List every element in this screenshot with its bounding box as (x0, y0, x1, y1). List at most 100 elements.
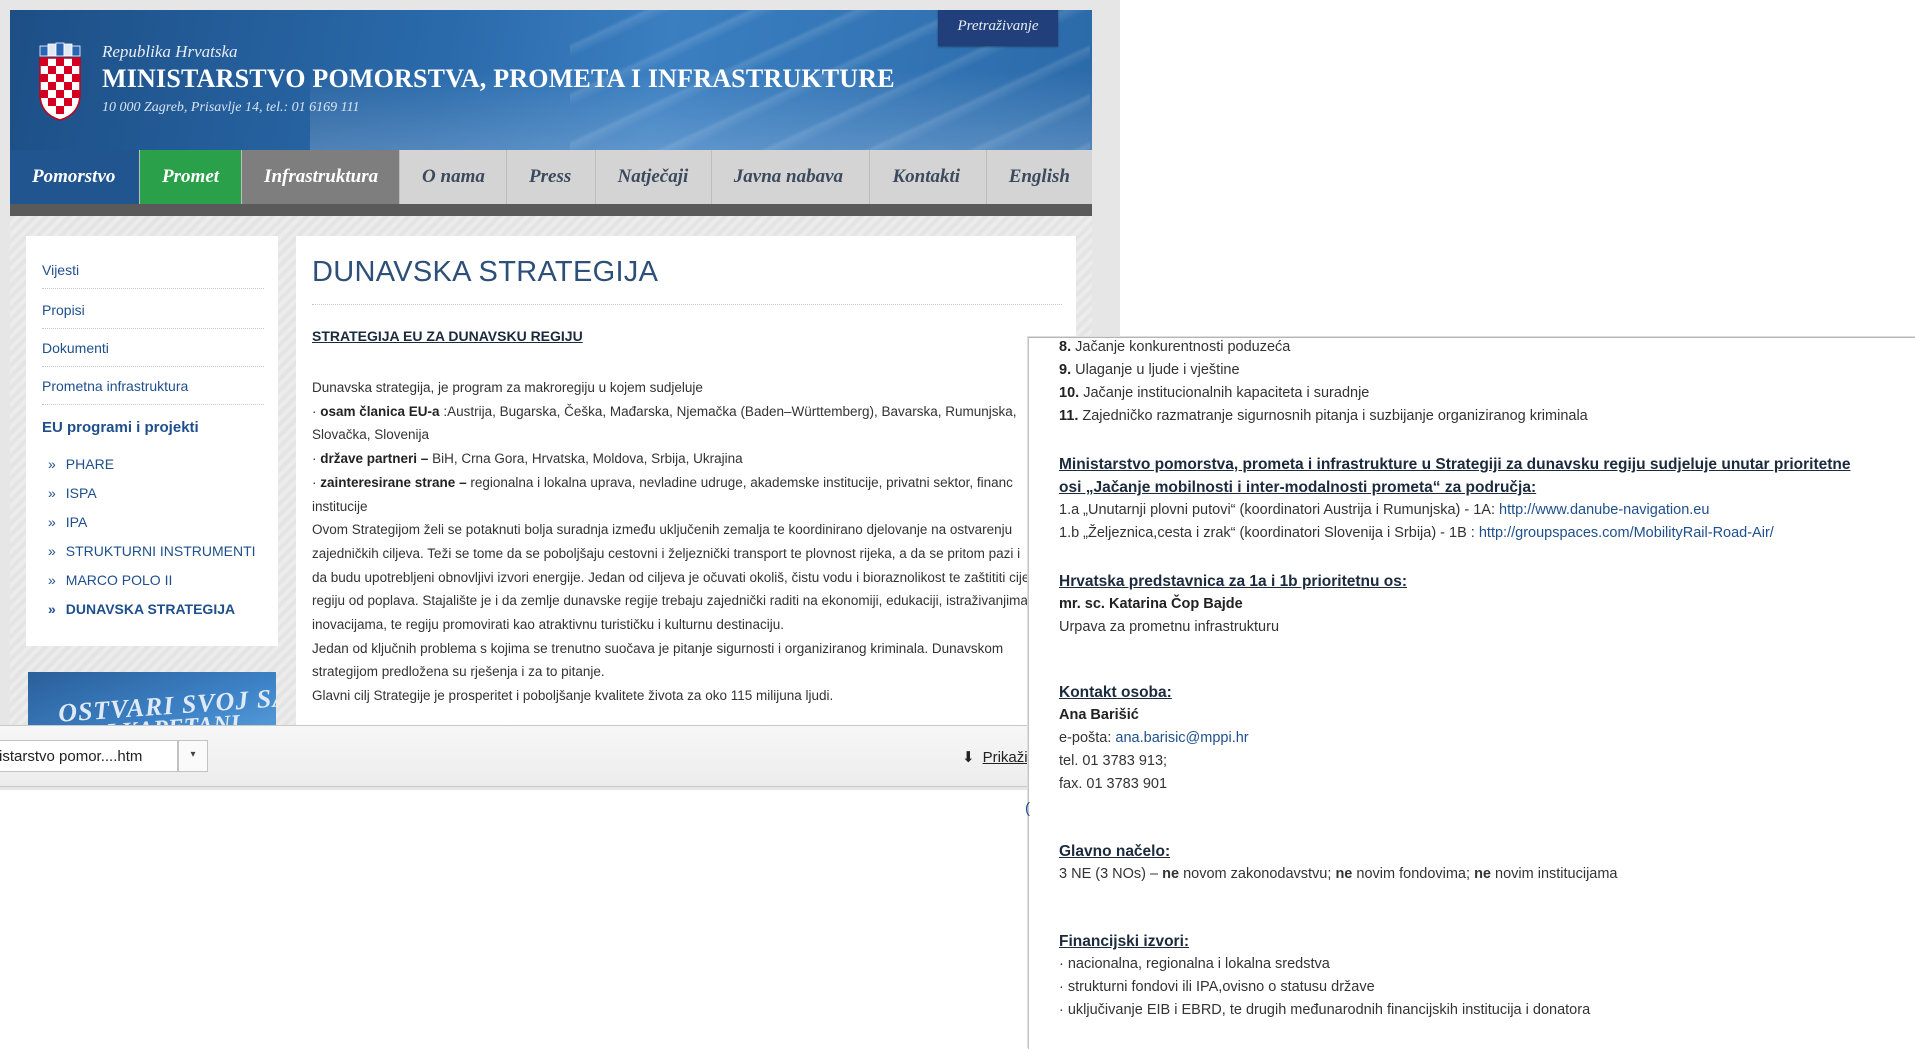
body-line-text: BiH, Crna Gora, Hrvatska, Moldova, Srbij… (432, 451, 743, 467)
priority-number: 10. (1059, 385, 1080, 401)
sidebar-sub-label: DUNAVSKA STRATEGIJA (65, 601, 236, 617)
sidebar-sub-ipa[interactable]: » IPA (48, 514, 87, 530)
sidebar-sub-dunavska[interactable]: » DUNAVSKA STRATEGIJA (48, 601, 235, 617)
download-item[interactable]: istarstvo pomor....htm (0, 740, 178, 772)
chevron-right-icon: » (48, 543, 56, 559)
search-button[interactable]: Pretraživanje (938, 10, 1058, 46)
priority-1b: 1.b „Željeznica,cesta i zrak“ (koordinat… (1059, 522, 1774, 545)
funding-item: · strukturni fondovi ili IPA,ovisno o st… (1059, 979, 1375, 995)
body-bold: države partneri – (320, 451, 429, 467)
section-heading-ministry: Ministarstvo pomorstva, prometa i infras… (1059, 456, 1851, 473)
principle-ne: ne (1474, 866, 1491, 882)
principle-ne: ne (1162, 866, 1180, 882)
ministry-address: 10 000 Zagreb, Prisavlje 14, tel.: 01 61… (102, 100, 360, 115)
priority-text: Jačanje konkurentnosti poduzeća (1075, 339, 1291, 355)
body-line: strategijom predložena su rješenja i za … (312, 664, 605, 680)
funding-item: · uključivanje EIB i EBRD, te drugih međ… (1059, 1002, 1591, 1018)
sidebar-sub-ispa[interactable]: » ISPA (48, 485, 97, 501)
nav-kontakti[interactable]: Kontakti (870, 150, 987, 204)
nav-press[interactable]: Press (507, 150, 596, 204)
nav-infrastruktura[interactable]: Infrastruktura (242, 150, 401, 204)
groupspaces-link[interactable]: http://groupspaces.com/MobilityRail-Road… (1479, 525, 1774, 541)
download-bar: istarstvo pomor....htm ▾ ⬇ Prikaži (0, 725, 1040, 787)
section-heading-representative: Hrvatska predstavnica za 1a i 1b priorit… (1059, 573, 1408, 590)
download-arrow-icon: ⬇ (962, 749, 975, 766)
body-line-text: regionalna i lokalna uprava, nevladine u… (470, 474, 1013, 490)
body-line: Glavni cilj Strategije je prosperitet i … (312, 688, 834, 704)
page-title: DUNAVSKA STRATEGIJA (312, 256, 659, 288)
sidebar-sub-label: ISPA (65, 485, 97, 501)
republic-label: Republika Hrvatska (102, 42, 238, 61)
nav-english[interactable]: English (987, 150, 1092, 204)
partial-glyph: ( (1025, 800, 1030, 817)
principle-part: novim fondovima; (1352, 866, 1475, 882)
title-divider (312, 304, 1062, 305)
body-line: Jedan od ključnih problema s kojima se t… (312, 640, 1004, 656)
nav-promet[interactable]: Promet (140, 150, 243, 204)
sidebar-sub-phare[interactable]: » PHARE (48, 456, 114, 472)
sidebar-section-eu-programi[interactable]: EU programi i projekti (42, 419, 199, 436)
sidebar-item-propisi[interactable]: Propisi (42, 302, 264, 329)
sidebar-item-dokumenti[interactable]: Dokumenti (42, 340, 264, 367)
priority-1a: 1.a „Unutarnji plovni putovi“ (koordinat… (1059, 499, 1709, 522)
ministry-title[interactable]: MINISTARSTVO POMORSTVA, PROMETA I INFRAS… (102, 64, 895, 94)
body-line: · osam članica EU-a :Austrija, Bugarska,… (312, 403, 1017, 419)
section-heading: STRATEGIJA EU ZA DUNAVSKU REGIJU (312, 328, 583, 344)
body-text: Dunavska strategija, je program za makro… (312, 376, 1072, 708)
show-all-link[interactable]: Prikaži (983, 749, 1028, 766)
body-line: · države partneri – BiH, Crna Gora, Hrva… (312, 451, 743, 467)
body-line: inovacijama, te regiju promovirati kao a… (312, 617, 784, 633)
contact-fax: fax. 01 3783 901 (1059, 776, 1168, 792)
nav-pomorstvo[interactable]: Pomorstvo (10, 150, 141, 204)
site-header: Republika Hrvatska MINISTARSTVO POMORSTV… (10, 10, 1092, 150)
body-line: regiju od poplava. Stajalište je i da ze… (312, 593, 1028, 609)
sidebar-item-vijesti[interactable]: Vijesti (42, 262, 264, 289)
section-heading-contact: Kontakt osoba: (1059, 684, 1172, 701)
sidebar-sub-label: MARCO POLO II (65, 572, 173, 588)
priority-text: Jačanje institucionalnih kapaciteta i su… (1083, 385, 1370, 401)
chevron-down-icon[interactable]: ▾ (178, 740, 208, 772)
body-line: · zainteresirane strane – regionalna i l… (312, 474, 1013, 490)
website-screenshot-left: Republika Hrvatska MINISTARSTVO POMORSTV… (0, 0, 1120, 790)
contact-name: Ana Barišić (1059, 707, 1139, 723)
priority-1a-text: 1.a „Unutarnji plovni putovi“ (koordinat… (1059, 502, 1500, 518)
representative-org: Urpava za prometnu infrastrukturu (1059, 619, 1280, 635)
priority-item: 9. Ulaganje u ljude i vještine (1059, 359, 1240, 382)
body-line: institucije (312, 498, 368, 514)
body-line: Dunavska strategija, je program za makro… (312, 380, 703, 395)
email-link[interactable]: ana.barisic@mppi.hr (1115, 730, 1248, 746)
sidebar-sub-label: PHARE (65, 456, 115, 472)
sidebar: Vijesti Propisi Dokumenti Prometna infra… (26, 236, 278, 646)
priority-number: 11. (1059, 408, 1079, 424)
nav-o-nama[interactable]: O nama (400, 150, 508, 204)
sidebar-item-prometna-infrastruktura[interactable]: Prometna infrastruktura (42, 378, 264, 405)
priority-text: Zajedničko razmatranje sigurnosnih pitan… (1082, 408, 1588, 424)
chevron-right-icon: » (48, 485, 56, 501)
priority-text: Ulaganje u ljude i vještine (1075, 362, 1240, 378)
sidebar-sub-label: IPA (65, 514, 88, 530)
sidebar-sub-label: STRUKTURNI INSTRUMENTI (65, 543, 256, 559)
body-line: Ovom Strategijom želi se potaknuti bolja… (312, 522, 1013, 538)
danube-navigation-link[interactable]: http://www.danube-navigation.eu (1499, 502, 1709, 518)
chevron-right-icon: » (48, 572, 56, 588)
body-line-text: :Austrija, Bugarska, Češka, Mađarska, Nj… (443, 403, 1017, 419)
chevron-right-icon: » (48, 456, 56, 472)
show-all-downloads[interactable]: ⬇ Prikaži (962, 748, 1028, 766)
funding-item: · nacionalna, regionalna i lokalna sreds… (1059, 956, 1330, 972)
priority-number: 9. (1059, 362, 1072, 378)
chevron-right-icon: » (48, 514, 56, 530)
nav-natjecaji[interactable]: Natječaji (596, 150, 712, 204)
body-line: zajedničkih ciljeva. Teži se tome da se … (312, 545, 1021, 561)
principle-part: 3 NE (3 NOs) – (1059, 866, 1163, 882)
representative-name: mr. sc. Katarina Čop Bajde (1059, 596, 1243, 612)
chevron-right-icon: » (48, 601, 56, 617)
priority-1b-text: 1.b „Željeznica,cesta i zrak“ (koordinat… (1059, 525, 1479, 541)
priority-item: 11. Zajedničko razmatranje sigurnosnih p… (1059, 405, 1588, 428)
principle-text: 3 NE (3 NOs) – ne novom zakonodavstvu; n… (1059, 863, 1618, 886)
nav-javna-nabava[interactable]: Javna nabava (712, 150, 871, 204)
priority-number: 8. (1059, 339, 1072, 355)
principle-part: novim institucijama (1490, 866, 1618, 882)
sidebar-sub-marco-polo[interactable]: » MARCO POLO II (48, 572, 172, 588)
sidebar-sub-strukturni[interactable]: » STRUKTURNI INSTRUMENTI (48, 543, 256, 559)
coat-of-arms-icon[interactable] (38, 38, 82, 122)
